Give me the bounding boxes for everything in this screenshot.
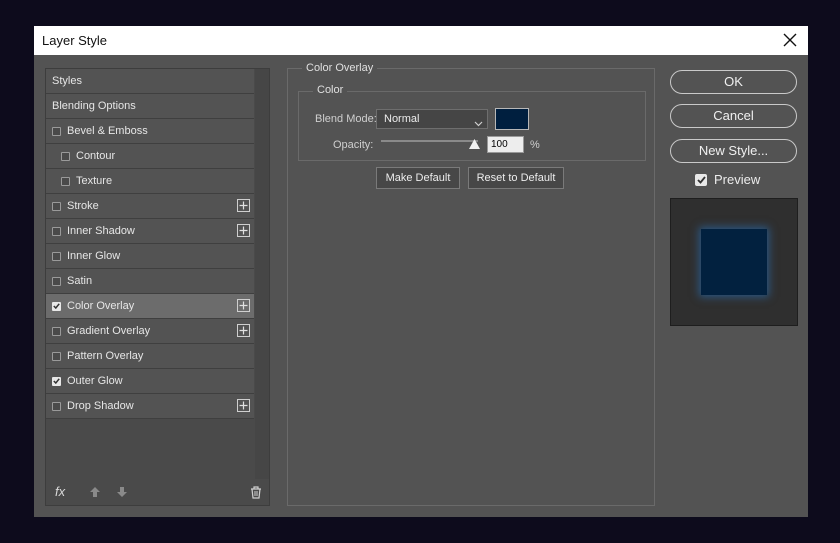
style-item-label: Blending Options bbox=[52, 100, 136, 112]
style-item[interactable]: Contour bbox=[46, 144, 254, 169]
trash-icon[interactable] bbox=[250, 486, 262, 502]
style-item[interactable]: Inner Glow bbox=[46, 244, 254, 269]
style-checkbox[interactable] bbox=[61, 176, 70, 186]
blend-mode-select[interactable]: Normal bbox=[376, 109, 488, 129]
style-item-label: Styles bbox=[52, 75, 82, 87]
dialog-title: Layer Style bbox=[42, 33, 108, 48]
style-item-label: Color Overlay bbox=[67, 300, 135, 312]
style-checkbox[interactable] bbox=[52, 251, 61, 261]
color-overlay-group: Color Overlay Color bbox=[287, 62, 655, 506]
move-down-icon[interactable] bbox=[117, 487, 127, 500]
style-item[interactable]: Blending Options bbox=[46, 94, 254, 119]
style-item[interactable]: Bevel & Emboss bbox=[46, 119, 254, 144]
style-item-label: Pattern Overlay bbox=[67, 350, 144, 362]
add-instance-icon[interactable] bbox=[237, 199, 250, 212]
style-item[interactable]: Color Overlay bbox=[46, 294, 254, 319]
subgroup-title: Color bbox=[313, 84, 348, 96]
style-item[interactable]: Pattern Overlay bbox=[46, 344, 254, 369]
style-item[interactable]: Texture bbox=[46, 169, 254, 194]
style-item-label: Bevel & Emboss bbox=[67, 125, 148, 137]
ok-button[interactable]: OK bbox=[670, 70, 797, 94]
fx-button[interactable]: fx bbox=[55, 484, 65, 499]
opacity-label: Opacity: bbox=[333, 139, 374, 151]
style-checkbox[interactable] bbox=[52, 126, 61, 136]
add-instance-icon[interactable] bbox=[237, 324, 250, 337]
styles-list: Styles Blending Options Bevel & Emboss Cont… bbox=[46, 69, 254, 419]
style-checkbox[interactable] bbox=[52, 351, 61, 361]
style-item[interactable]: Satin bbox=[46, 269, 254, 294]
styles-scrollbar[interactable] bbox=[255, 69, 269, 479]
preview-checkbox[interactable] bbox=[695, 173, 707, 186]
style-item-label: Texture bbox=[76, 175, 113, 187]
layer-style-dialog: Layer Style Styles Blending Options Bevel … bbox=[34, 26, 808, 517]
style-checkbox[interactable] bbox=[52, 201, 61, 211]
color-swatch[interactable] bbox=[495, 108, 529, 130]
opacity-slider-thumb[interactable] bbox=[469, 139, 480, 152]
style-item-label: Outer Glow bbox=[67, 375, 123, 387]
style-item[interactable]: Gradient Overlay bbox=[46, 319, 254, 344]
style-item-label: Contour bbox=[76, 150, 116, 162]
title-bar: Layer Style bbox=[34, 26, 808, 55]
make-default-button[interactable]: Make Default bbox=[376, 167, 460, 189]
chevron-down-icon bbox=[474, 115, 483, 133]
add-instance-icon[interactable] bbox=[237, 299, 250, 312]
preview-square bbox=[701, 229, 767, 295]
reset-to-default-button[interactable]: Reset to Default bbox=[468, 167, 564, 189]
group-title: Color Overlay bbox=[302, 62, 378, 74]
style-checkbox[interactable] bbox=[52, 226, 61, 236]
style-item-label: Gradient Overlay bbox=[67, 325, 151, 337]
style-checkbox[interactable] bbox=[52, 401, 61, 411]
style-checkbox[interactable] bbox=[52, 326, 61, 336]
style-item-label: Inner Shadow bbox=[67, 225, 135, 237]
style-checkbox-checked[interactable] bbox=[52, 301, 61, 311]
style-item-label: Inner Glow bbox=[67, 250, 121, 262]
preview-label: Preview bbox=[714, 172, 761, 187]
style-preview bbox=[670, 198, 798, 326]
opacity-input[interactable]: 100 bbox=[487, 136, 524, 153]
close-icon[interactable] bbox=[780, 30, 800, 50]
add-instance-icon[interactable] bbox=[237, 224, 250, 237]
style-item[interactable]: Stroke bbox=[46, 194, 254, 219]
style-item[interactable]: Outer Glow bbox=[46, 369, 254, 394]
preview-toggle[interactable]: Preview bbox=[695, 172, 760, 187]
style-item[interactable]: Inner Shadow bbox=[46, 219, 254, 244]
style-checkbox-checked[interactable] bbox=[52, 376, 61, 386]
style-item[interactable]: Drop Shadow bbox=[46, 394, 254, 419]
new-style-button[interactable]: New Style... bbox=[670, 139, 797, 163]
blend-mode-value: Normal bbox=[384, 113, 420, 125]
styles-footer: fx bbox=[46, 479, 269, 505]
style-item-label: Satin bbox=[67, 275, 93, 287]
style-item[interactable]: Styles bbox=[46, 69, 254, 94]
cancel-button[interactable]: Cancel bbox=[670, 104, 797, 128]
styles-panel: Styles Blending Options Bevel & Emboss Cont… bbox=[45, 68, 270, 506]
style-item-label: Drop Shadow bbox=[67, 400, 134, 412]
opacity-slider-track[interactable] bbox=[381, 140, 478, 142]
add-instance-icon[interactable] bbox=[237, 399, 250, 412]
style-checkbox[interactable] bbox=[52, 276, 61, 286]
blend-mode-label: Blend Mode: bbox=[315, 113, 377, 125]
opacity-unit: % bbox=[530, 139, 540, 151]
style-item-label: Stroke bbox=[67, 200, 99, 212]
move-up-icon[interactable] bbox=[90, 487, 100, 500]
style-checkbox[interactable] bbox=[61, 151, 70, 161]
